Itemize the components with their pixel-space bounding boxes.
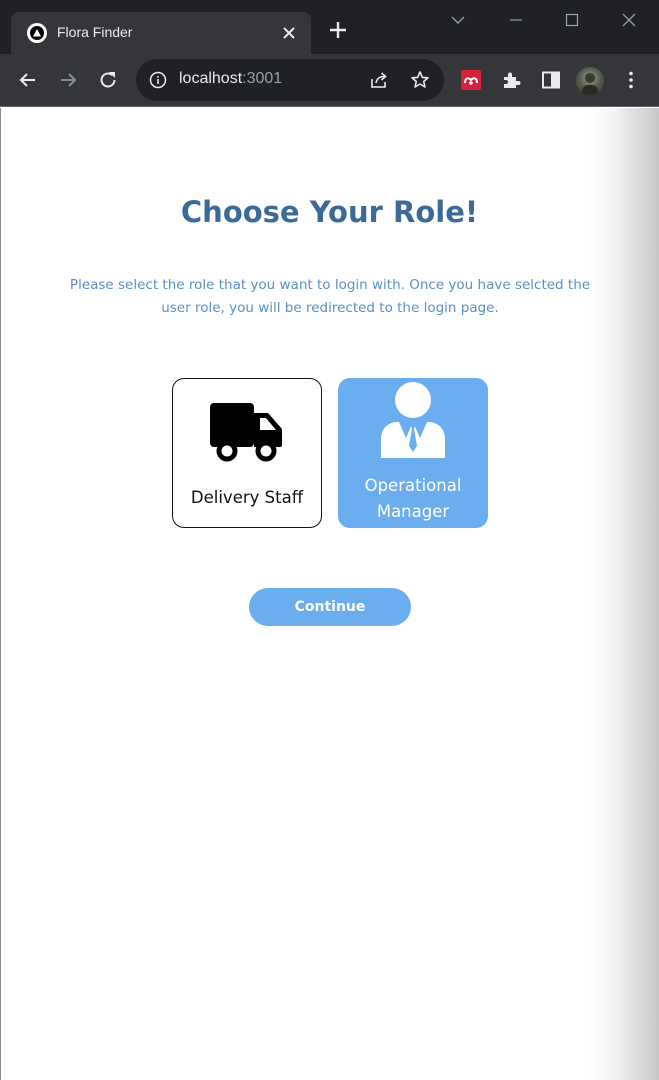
bookmark-star-icon[interactable] [410,70,430,90]
page-subtitle: Please select the role that you want to … [69,277,591,316]
role-card-delivery-staff[interactable]: Delivery Staff [172,378,322,528]
manager-person-icon [380,382,446,462]
back-icon[interactable] [16,68,40,92]
continue-button[interactable]: Continue [249,588,411,626]
browser-tab[interactable]: Flora Finder [11,12,311,54]
maximize-icon[interactable] [558,8,586,32]
truck-icon [208,401,286,469]
menu-icon[interactable] [619,68,643,92]
extensions-icon[interactable] [499,68,523,92]
close-window-icon[interactable] [615,8,643,32]
browser-tab-strip: Flora Finder [0,0,659,54]
url-port: :3001 [242,70,283,87]
minimize-icon[interactable] [502,8,530,32]
profile-avatar[interactable] [576,67,604,95]
page-title: Choose Your Role! [180,195,479,229]
tab-title: Flora Finder [57,24,133,40]
share-icon[interactable] [369,70,389,90]
address-url[interactable]: localhost:3001 [179,70,282,88]
new-tab-icon[interactable] [326,18,350,42]
close-tab-icon[interactable] [279,23,299,43]
url-host: localhost [179,70,243,87]
reload-icon[interactable] [96,68,120,92]
address-bar[interactable]: localhost:3001 [136,59,444,101]
tab-search-icon[interactable] [444,8,472,32]
mendeley-extension-icon[interactable] [459,68,483,92]
side-panel-icon[interactable] [539,68,563,92]
browser-toolbar: localhost:3001 [0,54,659,107]
role-card-operational-manager[interactable]: Operational Manager [338,378,488,528]
forward-icon[interactable] [56,68,80,92]
role-label-operational-manager: Operational Manager [364,476,462,521]
vercel-favicon-icon [27,23,47,43]
role-label-delivery-staff: Delivery Staff [190,488,304,507]
site-info-icon[interactable] [149,71,167,89]
